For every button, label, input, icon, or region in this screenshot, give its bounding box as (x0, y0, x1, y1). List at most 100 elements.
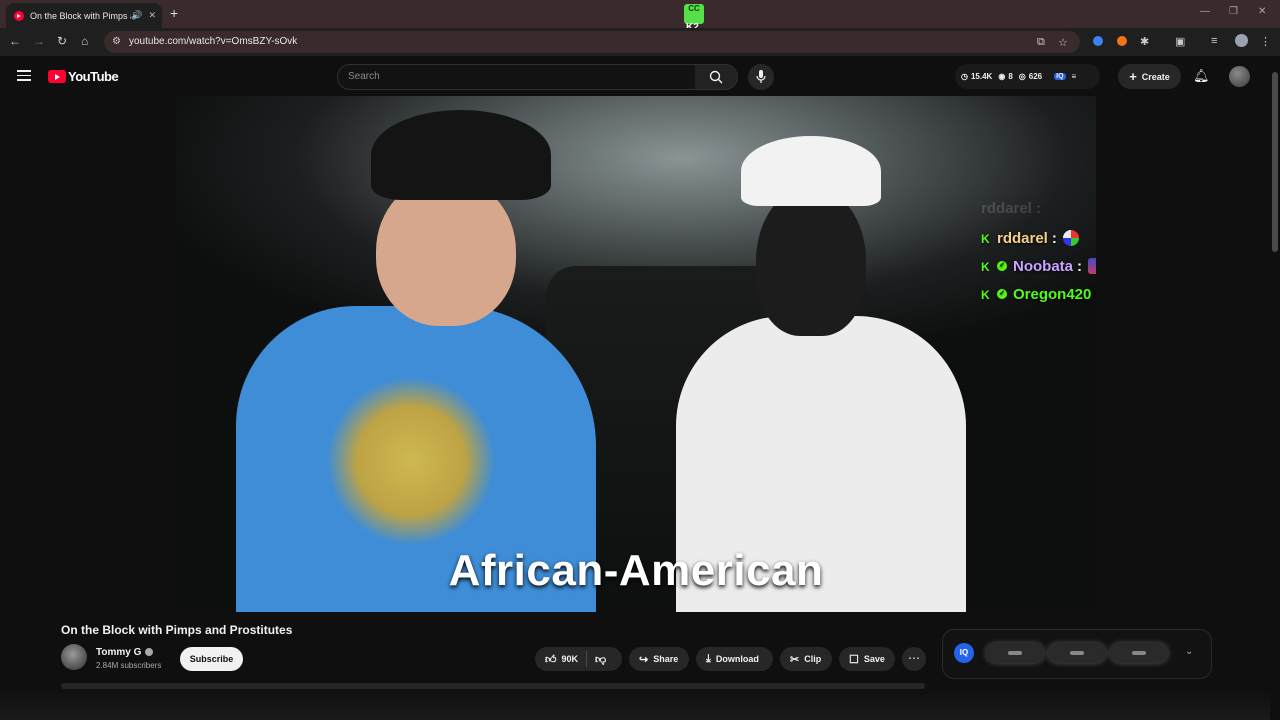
kick-badge-icon: K (981, 288, 990, 302)
below-fold-strip (0, 690, 1270, 720)
description-box-edge (61, 683, 925, 689)
forward-arrow-icon[interactable]: → (33, 34, 45, 48)
video-person-left-cap (371, 110, 551, 200)
subscribe-button[interactable]: Subscribe (180, 647, 243, 671)
maximize-icon[interactable]: ❐ (1229, 6, 1238, 17)
watching-icon: ◎ (1018, 72, 1026, 81)
chat-username: Noobata (1013, 257, 1073, 275)
tab-title: On the Block with Pimps an (30, 10, 132, 21)
channel-avatar[interactable] (61, 644, 87, 670)
side-panel-logo[interactable]: IQ (954, 643, 974, 663)
chat-message: K rddarel : (981, 224, 1096, 252)
account-avatar[interactable] (1229, 66, 1250, 87)
save-button[interactable]: ☐ Save (839, 647, 895, 671)
share-label: Share (653, 654, 679, 664)
new-tab-button[interactable]: + (170, 5, 178, 21)
hamburger-menu-icon[interactable] (17, 70, 31, 81)
stat-watching: 626 (1028, 72, 1043, 81)
search-button[interactable] (695, 64, 738, 90)
channel-name[interactable]: Tommy G (96, 647, 154, 658)
browser-menu-icon[interactable]: ⋮ (1260, 35, 1271, 48)
verified-check-icon (145, 648, 154, 657)
site-info-icon[interactable]: ⚙ (112, 36, 121, 47)
install-app-icon[interactable]: ⧉ (1037, 36, 1045, 49)
video-person-right-head (756, 186, 866, 336)
extension-orange-icon[interactable] (1117, 36, 1127, 46)
share-button[interactable]: ↪ Share (629, 647, 689, 671)
chat-ghost-line: rddarel : (981, 200, 1042, 217)
like-dislike-group: 👍︎ 90K 👎︎ (535, 647, 622, 671)
chat-message: K ✓ Noobata : (981, 252, 1096, 280)
chat-emote-icon (1062, 230, 1079, 246)
like-count[interactable]: 90K (562, 654, 579, 664)
kick-badge-icon: K (981, 232, 990, 246)
video-player[interactable]: African-American rddarel : K rddarel : K… (176, 96, 1096, 612)
thumbs-up-icon[interactable]: 👍︎ (545, 653, 557, 666)
blurred-pill[interactable] (1110, 643, 1168, 663)
chat-username: Oregon420 (1013, 285, 1092, 303)
home-icon[interactable]: ⌂ (81, 34, 88, 48)
create-label: Create (1141, 71, 1170, 82)
extensions-puzzle-icon[interactable]: ✱ (1140, 35, 1149, 48)
search-placeholder: Search (348, 71, 380, 82)
kick-extension-logo: CC (684, 4, 704, 24)
chat-colon: : (1051, 229, 1057, 247)
video-person-right-cap (741, 136, 881, 206)
download-label: Download (715, 654, 759, 664)
notifications-bell-icon[interactable]: 🔔︎ (1193, 68, 1210, 84)
video-caption: African-American (448, 546, 824, 595)
blurred-pill[interactable] (1048, 643, 1106, 663)
scrollbar-thumb[interactable] (1272, 72, 1278, 252)
browser-tab-bar (0, 0, 1280, 28)
speaker-icon[interactable]: 🔊 (131, 10, 142, 21)
clock-icon: ◷ (961, 72, 968, 81)
more-actions-icon[interactable]: ⋯ (902, 647, 926, 671)
profile-avatar-icon[interactable] (1235, 34, 1248, 47)
video-shirt-graphic (326, 376, 496, 546)
minimize-icon[interactable]: — (1200, 6, 1210, 17)
reload-icon[interactable]: ↻ (57, 34, 67, 48)
voice-search-button[interactable] (748, 64, 774, 90)
chat-overlay: K rddarel : K ✓ Noobata : K ✓ Oregon420 … (981, 224, 1096, 308)
window-close-icon[interactable]: ✕ (1258, 6, 1266, 17)
thumbs-down-icon[interactable]: 👎︎ (595, 653, 606, 666)
microphone-icon (756, 70, 766, 83)
clip-button[interactable]: ✂ Clip (780, 647, 832, 671)
chevron-down-icon[interactable]: ⌄ (1185, 646, 1193, 657)
chat-message: K ✓ Oregon420 : ❤ ❤ ❤ (981, 280, 1096, 308)
scissors-icon: ✂ (790, 653, 800, 666)
search-icon (709, 70, 723, 84)
channel-name-text: Tommy G (96, 647, 142, 658)
verified-badge-icon: ✓ (997, 289, 1007, 299)
stats-widget[interactable]: ◷ 15.4K ◉ 8 ◎ 626 IQ ≡ (955, 64, 1100, 89)
create-button[interactable]: + Create (1118, 64, 1181, 89)
chat-colon: : (1077, 257, 1082, 275)
like-divider (586, 651, 588, 667)
address-bar[interactable]: ⚙ youtube.com/watch?v=OmsBZY-sOvk (104, 31, 1080, 53)
video-title: On the Block with Pimps and Prostitutes (61, 623, 293, 637)
tab-close-icon[interactable]: ✕ (148, 10, 156, 21)
stat-views: 15.4K (970, 72, 993, 81)
iq-extension-icon[interactable]: IQ (1054, 73, 1066, 80)
youtube-favicon-icon (14, 10, 24, 21)
verified-badge-icon: ✓ (997, 261, 1007, 271)
browser-tab[interactable]: On the Block with Pimps an 🔊 ✕ (6, 3, 162, 28)
search-input[interactable]: Search (337, 64, 697, 90)
clip-label: Clip (804, 654, 822, 664)
list-menu-icon[interactable]: ≡ (1072, 72, 1077, 81)
media-controls-icon[interactable]: ≡ (1211, 35, 1217, 47)
bookmark-star-icon[interactable]: ☆ (1058, 36, 1068, 49)
subscriber-count: 2.84M subscribers (96, 661, 162, 670)
stat-viewers: 8 (1008, 72, 1013, 81)
url-text: youtube.com/watch?v=OmsBZY-sOvk (129, 36, 298, 47)
extension-blue-icon[interactable] (1093, 36, 1103, 46)
share-arrow-icon: ↪ (639, 653, 649, 666)
download-button[interactable]: ⤓ Download (696, 647, 773, 671)
youtube-logo-text[interactable]: YouTube (68, 69, 119, 84)
kick-badge-icon: K (981, 260, 990, 274)
youtube-logo-icon[interactable] (48, 70, 66, 83)
back-arrow-icon[interactable]: ← (9, 34, 21, 48)
chat-emote-icon (1088, 258, 1096, 274)
blurred-pill[interactable] (986, 643, 1044, 663)
reading-mode-icon[interactable]: ▣ (1175, 35, 1185, 48)
